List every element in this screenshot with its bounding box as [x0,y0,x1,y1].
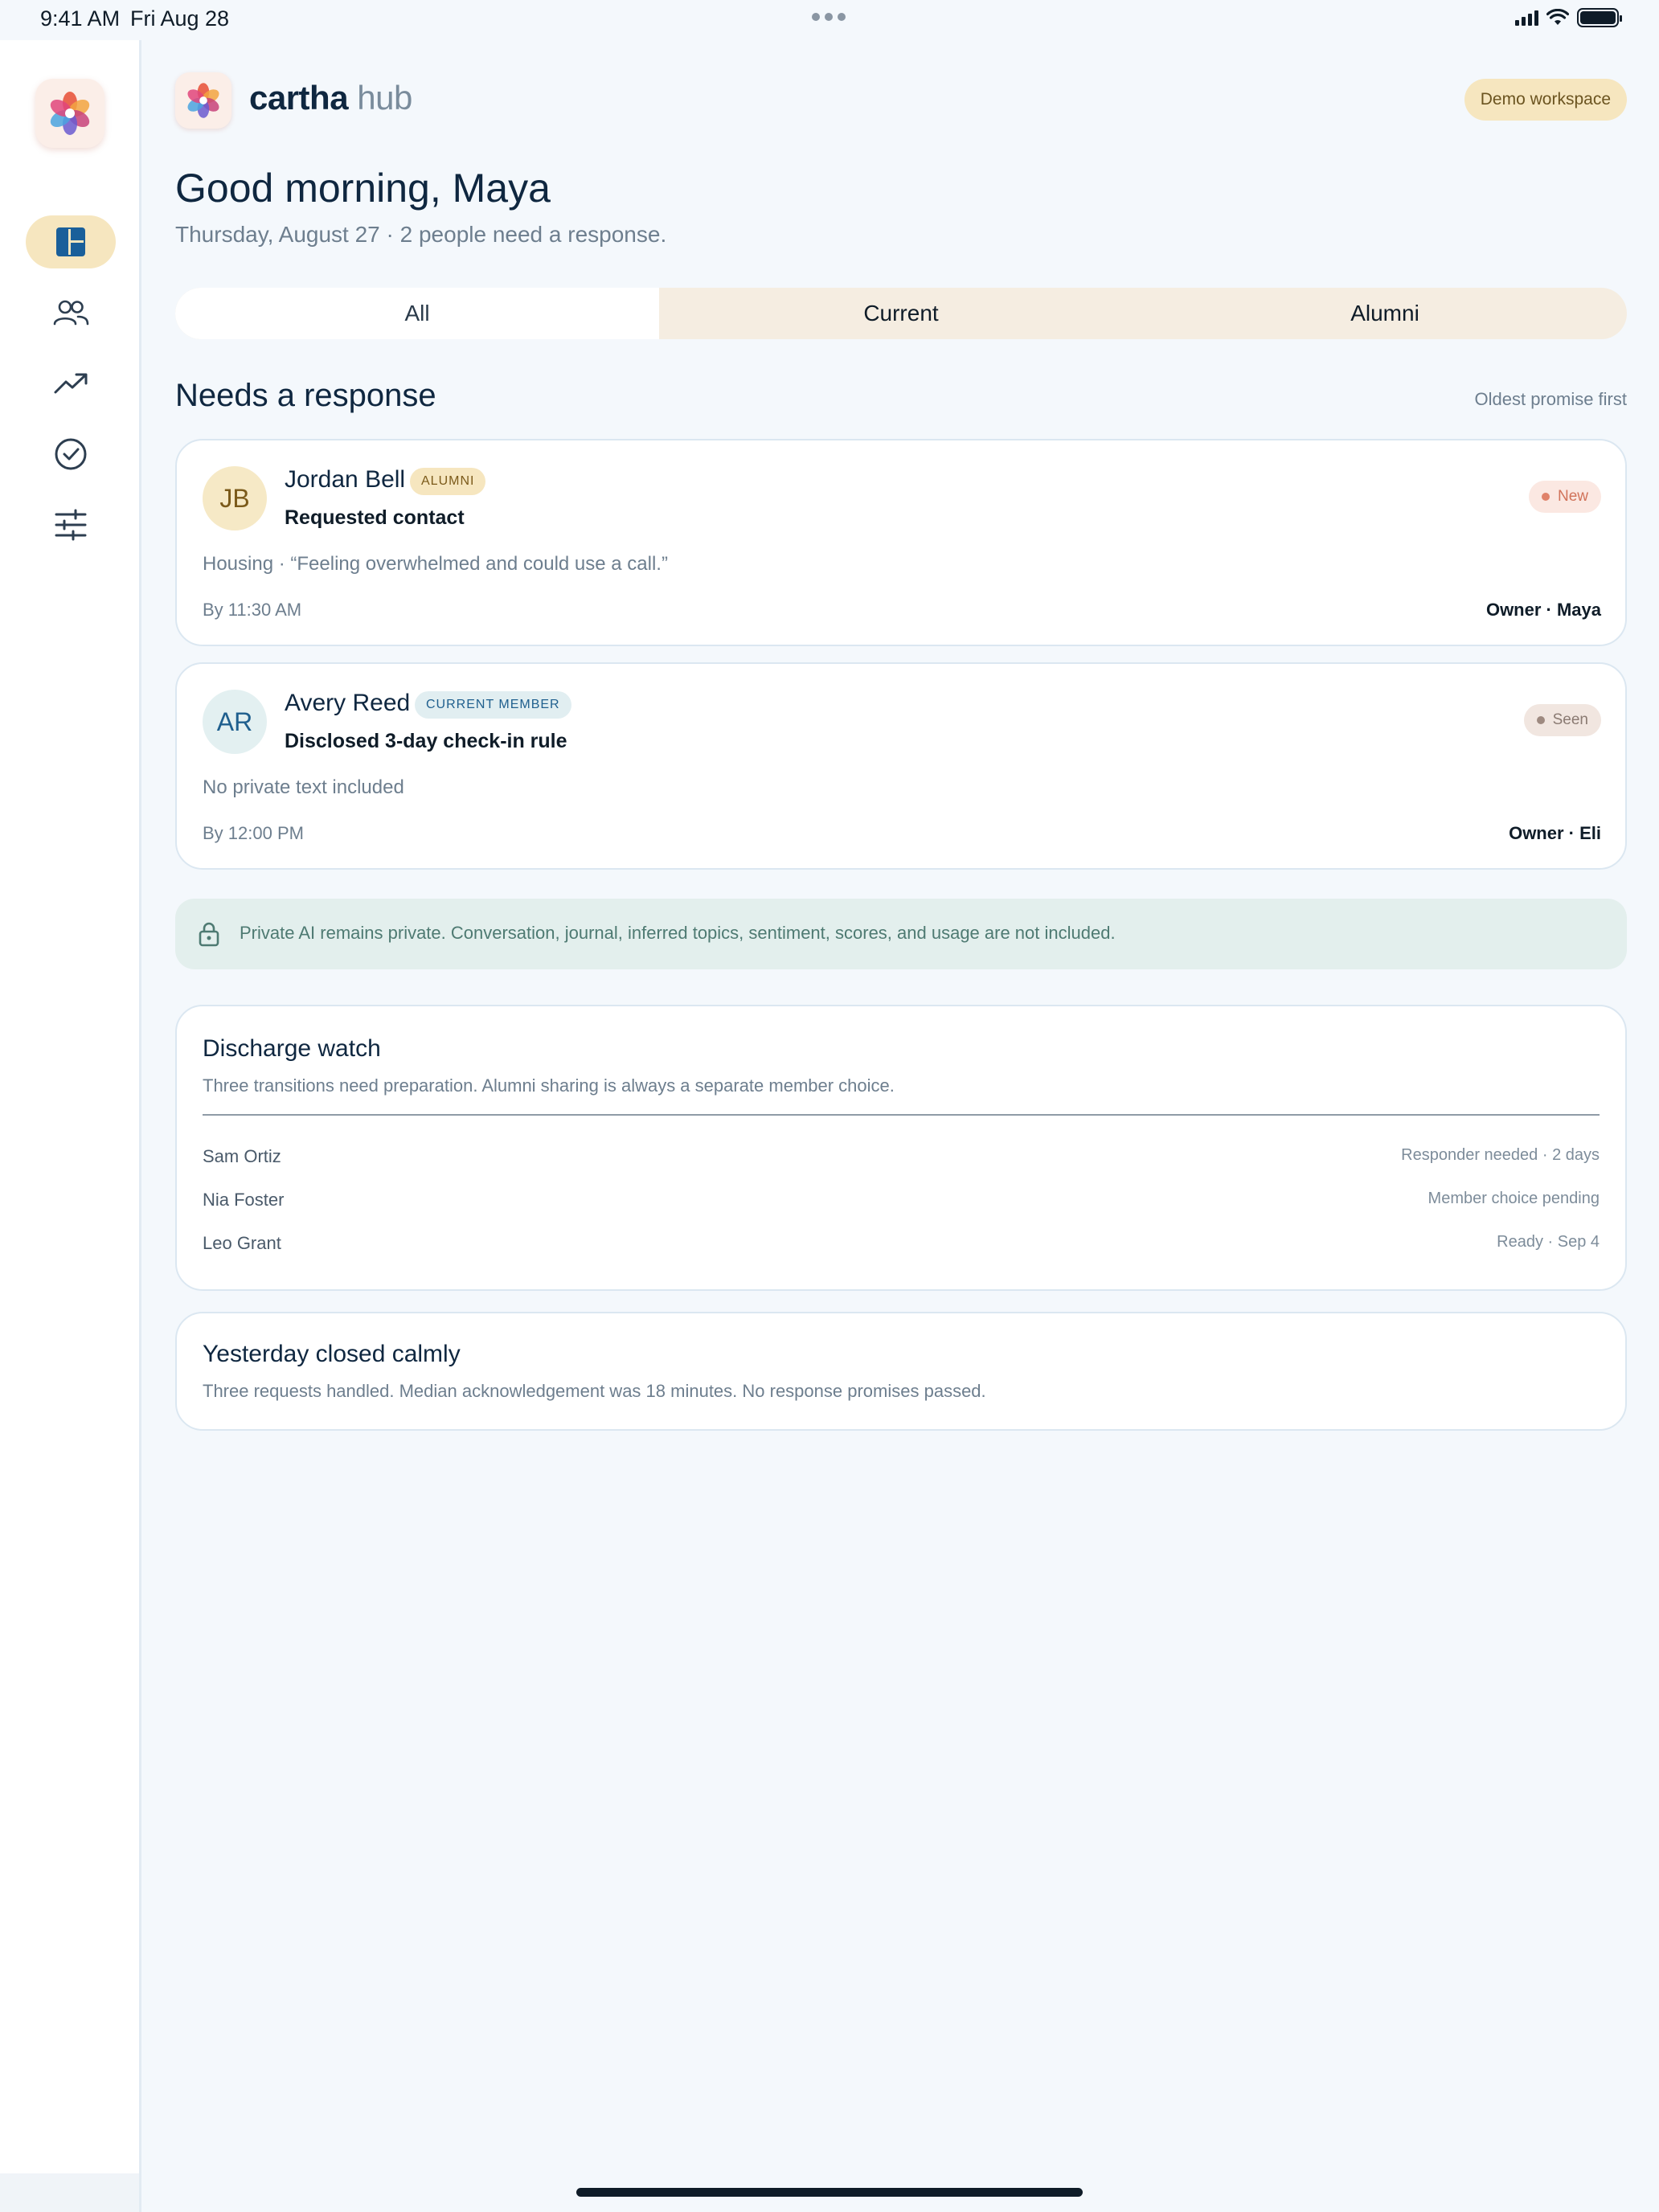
tab-all[interactable]: All [175,288,659,339]
tab-alumni[interactable]: Alumni [1143,288,1627,339]
transition-status: Responder needed · 2 days [1401,1146,1600,1164]
panel-title: Yesterday closed calmly [203,1341,461,1367]
section-title-needs-response: Needs a response [175,378,436,413]
request-detail: No private text included [203,776,404,798]
brand-name: cartha [249,79,349,117]
status-dot-icon [1541,493,1550,501]
page-title: Good morning, Maya [175,166,551,211]
request-type: Requested contact [285,506,465,529]
list-item[interactable]: Nia Foster Member choice pending [203,1190,1600,1219]
status-bar: 9:41 AM Fri Aug 28 [0,0,1659,40]
multitasking-dots-icon[interactable] [812,13,846,21]
sidebar-footer [0,2173,139,2212]
person-name: Leo Grant [203,1233,281,1253]
member-type-badge: ALUMNI [410,468,486,495]
workspace-badge[interactable]: Demo workspace [1464,79,1627,121]
member-type-badge: CURRENT MEMBER [415,691,571,719]
sidebar [0,40,141,2212]
sidebar-item-people[interactable] [26,286,116,339]
status-badge: Seen [1523,704,1601,736]
response-card[interactable]: JB Jordan Bell ALUMNI Requested contact … [175,439,1627,646]
tab-current[interactable]: Current [659,288,1143,339]
brand-title: cartha hub [249,79,412,117]
list-item[interactable]: Leo Grant Ready · Sep 4 [203,1233,1600,1262]
response-card[interactable]: AR Avery Reed CURRENT MEMBER Disclosed 3… [175,662,1627,870]
privacy-notice-text: Private AI remains private. Conversation… [240,923,1116,943]
status-time: 9:41 AM [40,6,121,31]
check-circle-icon [55,438,87,470]
status-badge: New [1528,481,1601,513]
cellular-signal-icon [1515,10,1538,26]
person-name: Avery Reed [285,690,411,716]
sidebar-item-trends[interactable] [26,357,116,410]
status-label: New [1557,488,1588,505]
battery-icon [1577,8,1622,27]
list-item[interactable]: Sam Ortiz Responder needed · 2 days [203,1146,1600,1175]
status-dot-icon [1536,716,1545,724]
trend-up-icon [54,373,88,394]
people-icon [53,300,89,326]
person-name: Nia Foster [203,1190,285,1210]
due-time: By 11:30 AM [203,600,302,620]
dashboard-icon [56,227,85,256]
cartha-flower-logo-icon[interactable] [35,79,104,148]
yesterday-summary-panel: Yesterday closed calmly Three requests h… [175,1312,1627,1431]
panel-title: Discharge watch [203,1035,381,1062]
sidebar-item-dashboard[interactable] [26,215,116,268]
lock-icon [199,922,219,947]
transition-status: Ready · Sep 4 [1497,1233,1600,1251]
brand-suffix: hub [357,79,412,117]
sidebar-item-tasks[interactable] [26,428,116,481]
status-date: Fri Aug 28 [130,6,230,31]
sort-order-label[interactable]: Oldest promise first [1475,389,1628,410]
audience-filter-tabs: All Current Alumni [175,288,1627,339]
avatar: AR [203,690,267,754]
home-indicator[interactable] [576,2188,1083,2197]
sliders-icon [55,509,87,541]
person-name: Jordan Bell [285,466,406,493]
transition-status: Member choice pending [1428,1190,1600,1207]
brand-logo-icon [175,72,231,129]
person-name: Sam Ortiz [203,1146,281,1166]
due-time: By 12:00 PM [203,823,304,843]
page-subtitle: Thursday, August 27 · 2 people need a re… [175,222,667,247]
owner-label: Owner · Eli [1509,823,1601,843]
status-indicators [1515,8,1622,27]
privacy-notice: Private AI remains private. Conversation… [175,899,1627,969]
sidebar-item-settings[interactable] [26,498,116,551]
panel-subtitle: Three requests handled. Median acknowled… [203,1381,986,1401]
avatar: JB [203,466,267,530]
owner-label: Owner · Maya [1485,600,1601,620]
request-type: Disclosed 3-day check-in rule [285,730,567,752]
discharge-watch-panel: Discharge watch Three transitions need p… [175,1005,1627,1291]
request-detail: Housing · “Feeling overwhelmed and could… [203,553,668,575]
panel-subtitle: Three transitions need preparation. Alum… [203,1075,895,1096]
status-label: Seen [1552,711,1588,728]
divider [203,1114,1600,1116]
wifi-icon [1546,9,1569,25]
